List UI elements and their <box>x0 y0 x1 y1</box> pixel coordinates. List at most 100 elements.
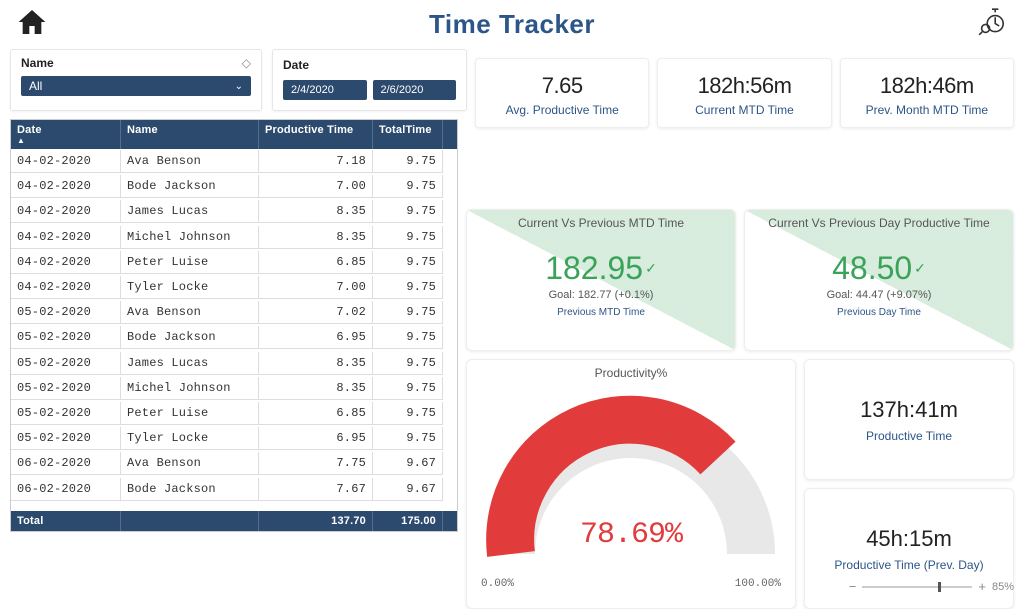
mtd-value: 48.50 ✓ <box>832 250 926 287</box>
cell-date: 05-02-2020 <box>11 301 121 324</box>
table-body[interactable]: 04-02-2020Ava Benson7.189.7504-02-2020Bo… <box>11 149 457 511</box>
cell-name: Peter Luise <box>121 402 259 425</box>
mtd-goal: Goal: 44.47 (+9.07%) <box>753 289 1005 301</box>
zoom-in-button[interactable]: + <box>978 579 986 594</box>
cell-name: James Lucas <box>121 200 259 223</box>
cell-tot: 9.75 <box>373 326 443 349</box>
gauge-title: Productivity% <box>475 366 787 380</box>
mtd-value: 182.95 ✓ <box>545 250 657 287</box>
col-date[interactable]: Date ▲ <box>11 120 121 149</box>
cell-tot: 9.75 <box>373 150 443 173</box>
cell-prod: 6.95 <box>259 427 373 450</box>
cell-prod: 7.00 <box>259 175 373 198</box>
table-row[interactable]: 06-02-2020Ava Benson7.759.67 <box>11 451 457 476</box>
card-current-vs-prev-mtd: Current Vs Previous MTD Time 182.95 ✓ Go… <box>466 209 736 351</box>
cell-tot: 9.75 <box>373 200 443 223</box>
footer-tot: 175.00 <box>373 511 443 531</box>
cell-date: 05-02-2020 <box>11 377 121 400</box>
cell-date: 06-02-2020 <box>11 478 121 501</box>
cell-name: Michel Johnson <box>121 377 259 400</box>
cell-tot: 9.75 <box>373 251 443 274</box>
zoom-slider[interactable] <box>862 586 972 588</box>
filter-date-card: Date 2/4/2020 2/6/2020 <box>272 49 467 111</box>
cell-tot: 9.75 <box>373 175 443 198</box>
table-row[interactable]: 05-02-2020James Lucas8.359.75 <box>11 351 457 376</box>
cell-prod: 7.00 <box>259 276 373 299</box>
zoom-control[interactable]: − + 85% <box>849 579 1014 594</box>
cell-date: 06-02-2020 <box>11 452 121 475</box>
sort-asc-icon: ▲ <box>17 136 114 145</box>
mtd-link[interactable]: Previous MTD Time <box>475 307 727 318</box>
table-row[interactable]: 04-02-2020Tyler Locke7.009.75 <box>11 275 457 300</box>
table-row[interactable]: 05-02-2020Michel Johnson8.359.75 <box>11 376 457 401</box>
name-select-value: All <box>29 79 42 93</box>
zoom-percent: 85% <box>992 581 1014 593</box>
cell-name: Tyler Locke <box>121 276 259 299</box>
cell-prod: 6.95 <box>259 326 373 349</box>
stopwatch-search-icon[interactable] <box>976 6 1008 43</box>
col-total[interactable]: TotalTime <box>373 120 443 149</box>
table-row[interactable]: 05-02-2020Tyler Locke6.959.75 <box>11 426 457 451</box>
cell-name: Ava Benson <box>121 452 259 475</box>
kpi-value: 7.65 <box>480 73 644 99</box>
name-select[interactable]: All ⌄ <box>21 76 251 96</box>
gauge-min: 0.00% <box>481 578 514 590</box>
productivity-gauge: Productivity% 78.69% 0.00% 100.00% <box>466 359 796 609</box>
gauge-max: 100.00% <box>735 578 781 590</box>
cell-prod: 8.35 <box>259 377 373 400</box>
table-header[interactable]: Date ▲ Name Productive Time TotalTime <box>11 120 457 149</box>
chevron-down-icon: ⌄ <box>235 81 243 92</box>
cell-name: Ava Benson <box>121 301 259 324</box>
mtd-title: Current Vs Previous Day Productive Time <box>753 216 1005 230</box>
stat-value: 137h:41m <box>805 397 1013 423</box>
cell-prod: 8.35 <box>259 352 373 375</box>
cell-tot: 9.75 <box>373 402 443 425</box>
footer-label: Total <box>11 511 121 531</box>
eraser-icon[interactable]: ◇ <box>242 56 251 70</box>
table-row[interactable]: 04-02-2020Ava Benson7.189.75 <box>11 149 457 174</box>
table-row[interactable]: 04-02-2020James Lucas8.359.75 <box>11 199 457 224</box>
gauge-percent: 78.69% <box>467 518 795 552</box>
table-row[interactable]: 04-02-2020Michel Johnson8.359.75 <box>11 225 457 250</box>
table-footer: Total 137.70 175.00 <box>11 511 457 531</box>
check-icon: ✓ <box>914 260 926 277</box>
cell-tot: 9.75 <box>373 301 443 324</box>
date-from-input[interactable]: 2/4/2020 <box>283 80 367 100</box>
stat-value: 45h:15m <box>805 526 1013 552</box>
cell-prod: 7.02 <box>259 301 373 324</box>
cell-date: 04-02-2020 <box>11 200 121 223</box>
table-row[interactable]: 04-02-2020Peter Luise6.859.75 <box>11 250 457 275</box>
zoom-thumb[interactable] <box>938 582 941 592</box>
cell-tot: 9.67 <box>373 478 443 501</box>
table-row[interactable]: 05-02-2020Peter Luise6.859.75 <box>11 401 457 426</box>
kpi-label: Prev. Month MTD Time <box>845 103 1009 117</box>
cell-name: Bode Jackson <box>121 326 259 349</box>
cell-tot: 9.75 <box>373 226 443 249</box>
cell-tot: 9.75 <box>373 276 443 299</box>
mtd-link[interactable]: Previous Day Time <box>753 307 1005 318</box>
page-title: Time Tracker <box>48 9 976 40</box>
table-row[interactable]: 06-02-2020Bode Jackson7.679.67 <box>11 476 457 501</box>
filter-name-label: Name <box>21 56 54 70</box>
table-row[interactable]: 05-02-2020Bode Jackson6.959.75 <box>11 325 457 350</box>
card-current-vs-prev-day: Current Vs Previous Day Productive Time … <box>744 209 1014 351</box>
cell-date: 04-02-2020 <box>11 276 121 299</box>
cell-tot: 9.67 <box>373 452 443 475</box>
cell-date: 04-02-2020 <box>11 251 121 274</box>
zoom-out-button[interactable]: − <box>849 579 857 594</box>
cell-date: 05-02-2020 <box>11 402 121 425</box>
col-productive[interactable]: Productive Time <box>259 120 373 149</box>
home-icon[interactable] <box>16 6 48 43</box>
cell-prod: 8.35 <box>259 226 373 249</box>
kpi-current-mtd: 182h:56m Current MTD Time <box>657 58 831 128</box>
cell-prod: 7.18 <box>259 150 373 173</box>
table-row[interactable]: 04-02-2020Bode Jackson7.009.75 <box>11 174 457 199</box>
date-to-input[interactable]: 2/6/2020 <box>373 80 457 100</box>
footer-prod: 137.70 <box>259 511 373 531</box>
kpi-label: Current MTD Time <box>662 103 826 117</box>
col-name[interactable]: Name <box>121 120 259 149</box>
cell-date: 05-02-2020 <box>11 326 121 349</box>
time-table: Date ▲ Name Productive Time TotalTime 04… <box>10 119 458 532</box>
cell-prod: 6.85 <box>259 251 373 274</box>
table-row[interactable]: 05-02-2020Ava Benson7.029.75 <box>11 300 457 325</box>
